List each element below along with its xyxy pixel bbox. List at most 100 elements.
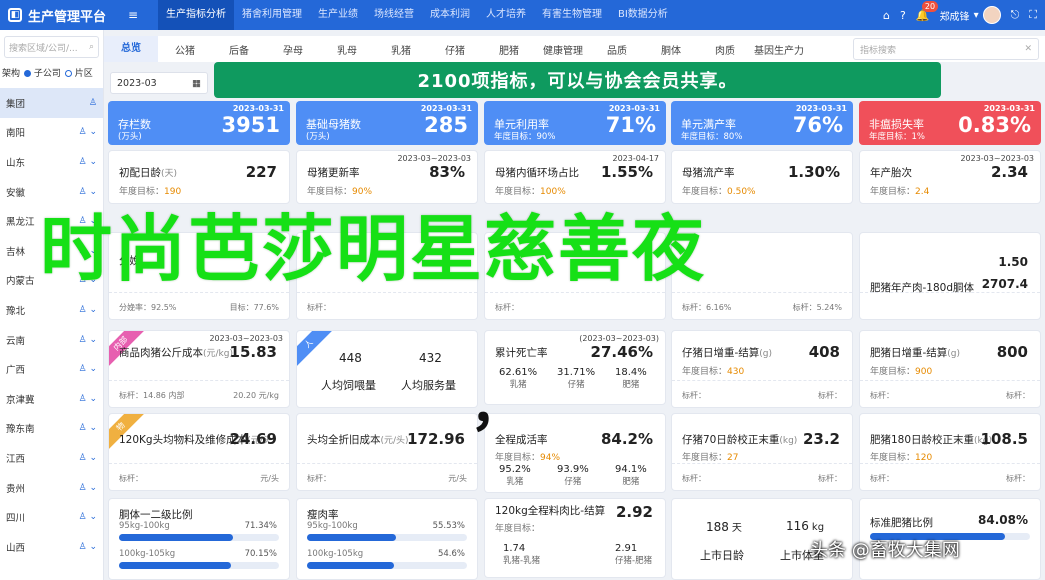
overlay-headline: 时尚芭莎明星慈善夜 <box>40 207 707 291</box>
app-logo[interactable]: ◧ 生产管理平台 <box>0 6 128 25</box>
sidebar-item[interactable]: 广西 ♙ ⌄ <box>0 354 103 384</box>
metric-card[interactable]: 120kg全程料肉比-结算 2.92 年度目标： 1.74 乳猪-乳猪 2.91 仔猪-肥猪 <box>484 498 666 578</box>
sidebar-item[interactable]: 集团 ♙ <box>0 88 103 118</box>
kpi-card[interactable]: 2023-03-31 基础母猪数 (万头) 285 <box>296 101 478 145</box>
metric-card[interactable]: 内部 2023-03~2023-03 商品肉猪公斤成本(元/kg) 15.83 标杆：1… <box>108 330 290 408</box>
sidebar-item[interactable]: 山东 ♙ ⌄ <box>0 147 103 177</box>
sidebar-item-label: 吉林 <box>6 246 26 258</box>
help-icon[interactable]: ? <box>900 9 906 22</box>
person-icon[interactable]: ♙ ⌄ <box>79 305 97 315</box>
radio-subsidiary[interactable]: 子公司 <box>24 66 61 79</box>
kpi-sub: 年度目标：1% <box>869 132 925 142</box>
metric-card[interactable]: 2707.4 肥猪年产肉-180d胴体 1.50 <box>859 232 1041 320</box>
metric-card[interactable]: 人 448 432 人均饲喂量 人均服务量 <box>296 330 478 408</box>
nav-item[interactable]: 人才培养 <box>478 0 534 30</box>
nav-item[interactable]: 有害生物管理 <box>534 0 610 30</box>
sidebar-item[interactable]: 山西 ♙ ⌄ <box>0 532 103 562</box>
person-icon[interactable]: ♙ ⌄ <box>79 423 97 433</box>
metric-card[interactable]: 仔猪日增重-结算(g) 408 年度目标：430 标杆： 标杆： <box>671 330 853 408</box>
tab-item[interactable]: 基因生产力 <box>752 42 806 57</box>
nav-item[interactable]: 猪舍利用管理 <box>234 0 310 30</box>
close-icon[interactable]: ✕ <box>1024 44 1032 54</box>
person-icon[interactable]: ♙ ⌄ <box>79 157 97 167</box>
fullscreen-icon[interactable]: ⛶ <box>1029 8 1037 22</box>
user-menu[interactable]: 郑成锋 ▾ <box>940 6 1001 24</box>
metric-title-text: 头均全折旧成本 <box>307 434 381 446</box>
person-icon[interactable]: ♙ ⌄ <box>79 335 97 345</box>
tab-item[interactable]: 肉质 <box>698 42 752 57</box>
metric-card[interactable]: 肥猪180日龄校正末重(kg) 108.5 年度目标：120 标杆： 标杆： <box>859 413 1041 491</box>
metric-card[interactable]: 仔猪70日龄校正末重(kg) 23.2 年度目标：27 标杆： 标杆： <box>671 413 853 491</box>
mini-label: 肥猪 <box>622 477 640 487</box>
person-icon[interactable]: ♙ ⌄ <box>79 542 97 552</box>
menu-toggle-icon[interactable]: ≡ <box>128 8 158 22</box>
kpi-date: 2023-03-31 <box>232 104 284 113</box>
metric-card[interactable]: 肥猪日增重-结算(g) 800 年度目标：900 标杆： 标杆： <box>859 330 1041 408</box>
nav-item[interactable]: 生产业绩 <box>310 0 366 30</box>
sidebar-item[interactable]: 四川 ♙ ⌄ <box>0 502 103 532</box>
sidebar-item[interactable]: 云南 ♙ ⌄ <box>0 325 103 355</box>
sidebar-item[interactable]: 江西 ♙ ⌄ <box>0 443 103 473</box>
tab-item[interactable]: 乳母 <box>320 42 374 57</box>
tab-item[interactable]: 健康管理 <box>536 42 590 57</box>
person-icon[interactable]: ♙ ⌄ <box>79 483 97 493</box>
kpi-card[interactable]: 2023-03-31 单元满产率 年度目标：80% 76% <box>671 101 853 145</box>
home-icon[interactable]: ⌂ <box>883 9 890 22</box>
nav-item[interactable]: BI数据分析 <box>610 0 676 30</box>
tab-item[interactable]: 乳猪 <box>374 42 428 57</box>
person-icon[interactable]: ♙ ⌄ <box>79 127 97 137</box>
sidebar-item[interactable]: 京津冀 ♙ ⌄ <box>0 384 103 414</box>
metric-title: 商品肉猪公斤成本(元/kg) <box>119 345 233 360</box>
tab-item[interactable]: 总览 <box>104 36 158 62</box>
target-label: 年度目标： <box>870 187 916 197</box>
notification-bell[interactable]: 🔔 20 <box>916 0 939 22</box>
metric-card[interactable]: 胴体一二级比例 95kg-100kg 71.34% 100kg-105kg 70.15% <box>108 498 290 580</box>
date-selector[interactable]: 2023-03 ▦ <box>110 72 208 94</box>
tab-item[interactable]: 公猪 <box>158 42 212 57</box>
tab-item[interactable]: 肥猪 <box>482 42 536 57</box>
person-icon[interactable]: ♙ ⌄ <box>79 394 97 404</box>
date-value: 2023-03 <box>117 77 157 89</box>
tab-item[interactable]: 品质 <box>590 42 644 57</box>
tab-item[interactable]: 仔猪 <box>428 42 482 57</box>
nav-item[interactable]: 成本利润 <box>422 0 478 30</box>
nav-item[interactable]: 场线经营 <box>366 0 422 30</box>
avatar[interactable] <box>982 6 1001 24</box>
sidebar-item-label: 南阳 <box>6 128 26 140</box>
person-icon[interactable]: ♙ <box>89 98 97 108</box>
nav-item[interactable]: 生产指标分析 <box>158 0 234 30</box>
metric-value: 408 <box>808 343 840 361</box>
metric-card[interactable]: 头均全折旧成本(元/头) 172.96 标杆： 元/头 <box>296 413 478 491</box>
metric-foot-right: 标杆：5.24% <box>792 303 842 312</box>
sidebar-item[interactable]: 贵州 ♙ ⌄ <box>0 473 103 503</box>
sidebar-item[interactable]: 豫东南 ♙ ⌄ <box>0 414 103 444</box>
metric-unit: (g) <box>759 349 773 359</box>
tab-item[interactable]: 孕母 <box>266 42 320 57</box>
metric-card[interactable]: 年产胎次 2023-03~2023-03 2.34 年度目标：2.4 <box>859 150 1041 204</box>
exit-icon[interactable]: ⎋ <box>1011 8 1020 22</box>
bar-label: 95kg-100kg <box>119 521 170 531</box>
mini-value: 95.2% <box>499 464 531 475</box>
person-icon[interactable]: ♙ ⌄ <box>79 512 97 522</box>
person-icon[interactable]: ♙ ⌄ <box>79 364 97 374</box>
metric-card[interactable]: 瘦肉率 95kg-100kg 55.53% 100kg-105kg 54.6% <box>296 498 478 580</box>
kpi-card[interactable]: 2023-03-31 非瘟损失率 年度目标：1% 0.83% <box>859 101 1041 145</box>
metric-title-text: 母猪内循环场占比 <box>495 167 579 179</box>
metric-title: 标准肥猪比例 <box>870 517 933 529</box>
metric-title-text: 肥猪日增重-结算 <box>870 347 948 359</box>
tab-item[interactable]: 后备 <box>212 42 266 57</box>
person-icon[interactable]: ♙ ⌄ <box>79 453 97 463</box>
tab-item[interactable]: 胴体 <box>644 42 698 57</box>
indicator-search-input[interactable]: 指标搜索 ✕ <box>853 38 1039 60</box>
mini-stat: 18.4% 肥猪 <box>615 367 647 390</box>
sidebar-search-input[interactable]: 搜索区域/公司/... ⌕ <box>4 36 99 58</box>
kpi-card[interactable]: 2023-03-31 单元利用率 年度目标：90% 71% <box>484 101 666 145</box>
radio-area[interactable]: 片区 <box>64 66 93 79</box>
metric-title: 母猪内循环场占比 <box>495 165 579 180</box>
kpi-card[interactable]: 2023-03-31 存栏数 (万头) 3951 <box>108 101 290 145</box>
kpi-value: 71% <box>605 113 656 137</box>
sidebar-item[interactable]: 豫北 ♙ ⌄ <box>0 295 103 325</box>
metric-title: 仔猪70日龄校正末重(kg) <box>682 432 797 447</box>
sidebar-item[interactable]: 南阳 ♙ ⌄ <box>0 118 103 148</box>
metric-card[interactable]: 物 120Kg头均物料及维修成本(元/头) 24.69 标杆： 元/头 <box>108 413 290 491</box>
